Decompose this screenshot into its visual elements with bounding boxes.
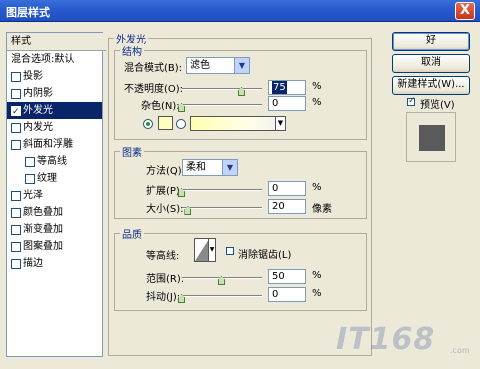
technique-label: 方法(Q): — [146, 166, 186, 177]
blend-mode-value: 滤色 — [190, 60, 210, 71]
style-list-item[interactable]: 渐变叠加 — [7, 221, 102, 238]
style-list-label: 投影 — [23, 71, 43, 82]
style-list-label: 斜面和浮雕 — [23, 139, 73, 150]
close-button[interactable]: X — [455, 2, 475, 20]
noise-unit: % — [312, 97, 322, 108]
style-list-item[interactable]: 图案叠加 — [7, 238, 102, 255]
style-list-item[interactable]: 外发光 — [7, 102, 102, 121]
cancel-button[interactable]: 取消 — [392, 54, 470, 73]
style-checkbox[interactable] — [11, 242, 21, 252]
style-list-label: 外发光 — [23, 105, 53, 116]
jitter-label: 抖动(J): — [146, 292, 181, 303]
style-list-label: 图案叠加 — [23, 241, 63, 252]
style-checkbox[interactable] — [11, 123, 21, 133]
size-unit: 像素 — [312, 204, 332, 215]
chevron-down-icon: ▼ — [275, 117, 285, 130]
noise-input[interactable]: 0 — [268, 96, 306, 111]
style-checkbox[interactable] — [11, 89, 21, 99]
style-list-item[interactable]: 斜面和浮雕 — [7, 136, 102, 153]
preview-checkbox[interactable] — [407, 96, 416, 106]
title-bar — [0, 0, 480, 22]
it168-watermark: IT168 — [336, 322, 436, 357]
contour-picker[interactable]: ▼ — [194, 238, 216, 262]
style-checkbox[interactable] — [11, 140, 21, 150]
structure-title: 结构 — [120, 43, 144, 58]
opacity-unit: % — [312, 81, 322, 92]
style-list-item[interactable]: 颜色叠加 — [7, 204, 102, 221]
blend-mode-label: 混合模式(B): — [124, 63, 183, 74]
style-checkbox[interactable] — [25, 174, 35, 184]
style-list-label: 纹理 — [37, 173, 57, 184]
it168-watermark-sub: .com — [450, 346, 470, 355]
style-list: 样式 混合选项:默认投影内阴影外发光内发光斜面和浮雕等高线纹理光泽颜色叠加渐变叠… — [6, 32, 106, 357]
opacity-input[interactable]: 75 — [268, 80, 306, 95]
style-list-label: 颜色叠加 — [23, 207, 63, 218]
style-list-label: 渐变叠加 — [23, 224, 63, 235]
style-list-label: 内发光 — [23, 122, 53, 133]
opacity-slider-track[interactable] — [182, 88, 262, 90]
new-style-button[interactable]: 新建样式(W)... — [392, 76, 470, 95]
gradient-picker[interactable]: ▼ — [190, 116, 286, 131]
range-input[interactable]: 50 — [268, 269, 306, 284]
style-list-item[interactable]: 内发光 — [7, 119, 102, 136]
size-label: 大小(S): — [146, 204, 184, 215]
glow-color-swatch[interactable] — [158, 116, 173, 130]
size-slider-track[interactable] — [182, 207, 262, 209]
style-list-item[interactable]: 纹理 — [7, 170, 102, 187]
chevron-down-icon: ▼ — [208, 239, 215, 261]
jitter-slider-track[interactable] — [182, 295, 262, 297]
style-checkbox[interactable] — [11, 191, 21, 201]
noise-slider-track[interactable] — [182, 104, 262, 106]
size-input[interactable]: 20 — [268, 199, 306, 214]
range-label: 范围(R): — [146, 274, 185, 285]
style-list-item[interactable]: 内阴影 — [7, 85, 102, 102]
style-list-item[interactable]: 描边 — [7, 255, 102, 272]
anti-alias-label: 消除锯齿(L) — [238, 250, 292, 261]
style-checkbox[interactable] — [11, 259, 21, 269]
style-list-item[interactable]: 投影 — [7, 68, 102, 85]
style-checkbox[interactable] — [11, 225, 21, 235]
jitter-unit: % — [312, 288, 322, 299]
elements-title: 图素 — [120, 144, 144, 159]
spread-input[interactable]: 0 — [268, 181, 306, 196]
style-list-item[interactable]: 混合选项:默认 — [7, 51, 102, 68]
ok-button[interactable]: 好 — [392, 32, 470, 51]
color-radio[interactable] — [143, 119, 153, 129]
style-list-label: 光泽 — [23, 190, 43, 201]
range-unit: % — [312, 270, 322, 281]
style-list-label: 混合选项:默认 — [11, 54, 75, 65]
style-list-item[interactable]: 光泽 — [7, 187, 102, 204]
preview-thumbnail — [406, 112, 456, 162]
style-checkbox[interactable] — [11, 72, 21, 82]
contour-label: 等高线: — [146, 251, 180, 262]
anti-alias-checkbox[interactable] — [226, 247, 234, 255]
window-title: 图层样式 — [6, 6, 50, 19]
opacity-label: 不透明度(O): — [124, 84, 184, 95]
spread-unit: % — [312, 182, 322, 193]
blend-mode-select[interactable]: 滤色 ▼ — [186, 57, 250, 74]
style-checkbox[interactable] — [11, 104, 21, 121]
jitter-input[interactable]: 0 — [268, 287, 306, 302]
style-list-label: 等高线 — [37, 156, 67, 167]
chevron-down-icon: ▼ — [234, 58, 249, 73]
technique-select[interactable]: 柔和 ▼ — [182, 159, 238, 176]
preview-square — [419, 125, 445, 151]
quality-title: 品质 — [120, 226, 144, 241]
gradient-radio[interactable] — [176, 119, 186, 129]
style-list-item[interactable]: 等高线 — [7, 153, 102, 170]
style-list-label: 内阴影 — [23, 88, 53, 99]
spread-slider-track[interactable] — [182, 189, 262, 191]
style-checkbox[interactable] — [25, 157, 35, 167]
spread-label: 扩展(P): — [146, 186, 184, 197]
style-list-label: 描边 — [23, 258, 43, 269]
style-list-header[interactable]: 样式 — [7, 33, 106, 51]
contour-curve-icon — [195, 239, 209, 261]
preview-label: 预览(V) — [420, 100, 455, 111]
chevron-down-icon: ▼ — [222, 160, 237, 175]
style-checkbox[interactable] — [11, 208, 21, 218]
technique-value: 柔和 — [186, 162, 206, 173]
noise-label: 杂色(N): — [141, 101, 180, 112]
